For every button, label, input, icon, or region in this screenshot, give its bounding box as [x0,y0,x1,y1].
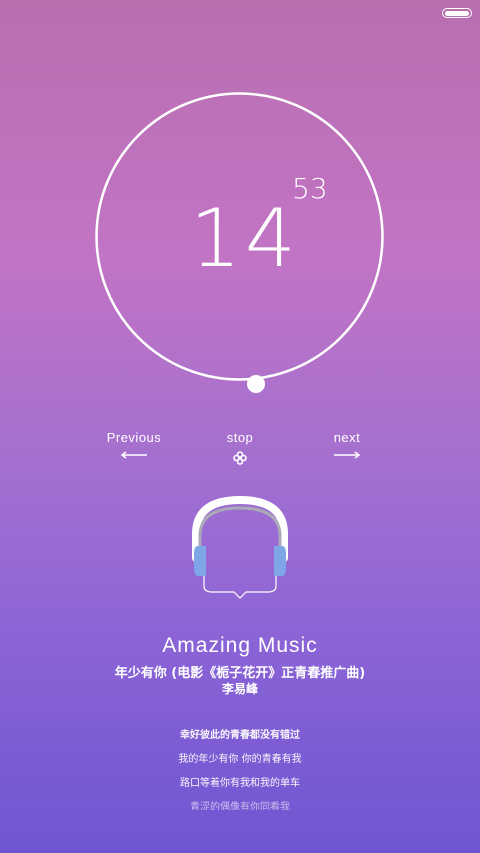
flower-icon [233,451,247,465]
app-title: Amazing Music [162,634,318,657]
previous-button[interactable]: Previous [96,430,172,459]
lyric-line: 路口等着你有我和我的单车 [180,778,300,789]
next-label: next [333,430,361,445]
next-button[interactable]: next [320,430,374,459]
song-title: 年少有你 (电影《栀子花开》正青春推广曲) [114,666,366,681]
clock-dial: 14 53 [94,91,385,393]
lyric-line: 幸好彼此的青春都没有错过 [180,730,300,741]
arrow-left-icon [120,451,147,459]
clock-minute: 53 [292,172,328,205]
lyric-line: 我的年少有你 你的青春有我 [178,754,302,765]
previous-label: Previous [106,430,162,445]
lyric-line: 青涩的偶像有你同看我 [190,802,290,810]
headphones-icon [192,495,288,599]
artist-name: 李易峰 [221,682,258,696]
lyrics-panel[interactable]: 幸好彼此的青春都没有错过 我的年少有你 你的青春有我 路口等着你有我和我的单车 … [0,698,480,810]
arrow-right-icon [334,451,361,459]
stop-button[interactable]: stop [215,430,265,465]
progress-knob[interactable] [247,375,265,393]
battery-icon [442,8,472,18]
stop-label: stop [226,430,254,445]
clock-hour: 14 [190,192,300,285]
